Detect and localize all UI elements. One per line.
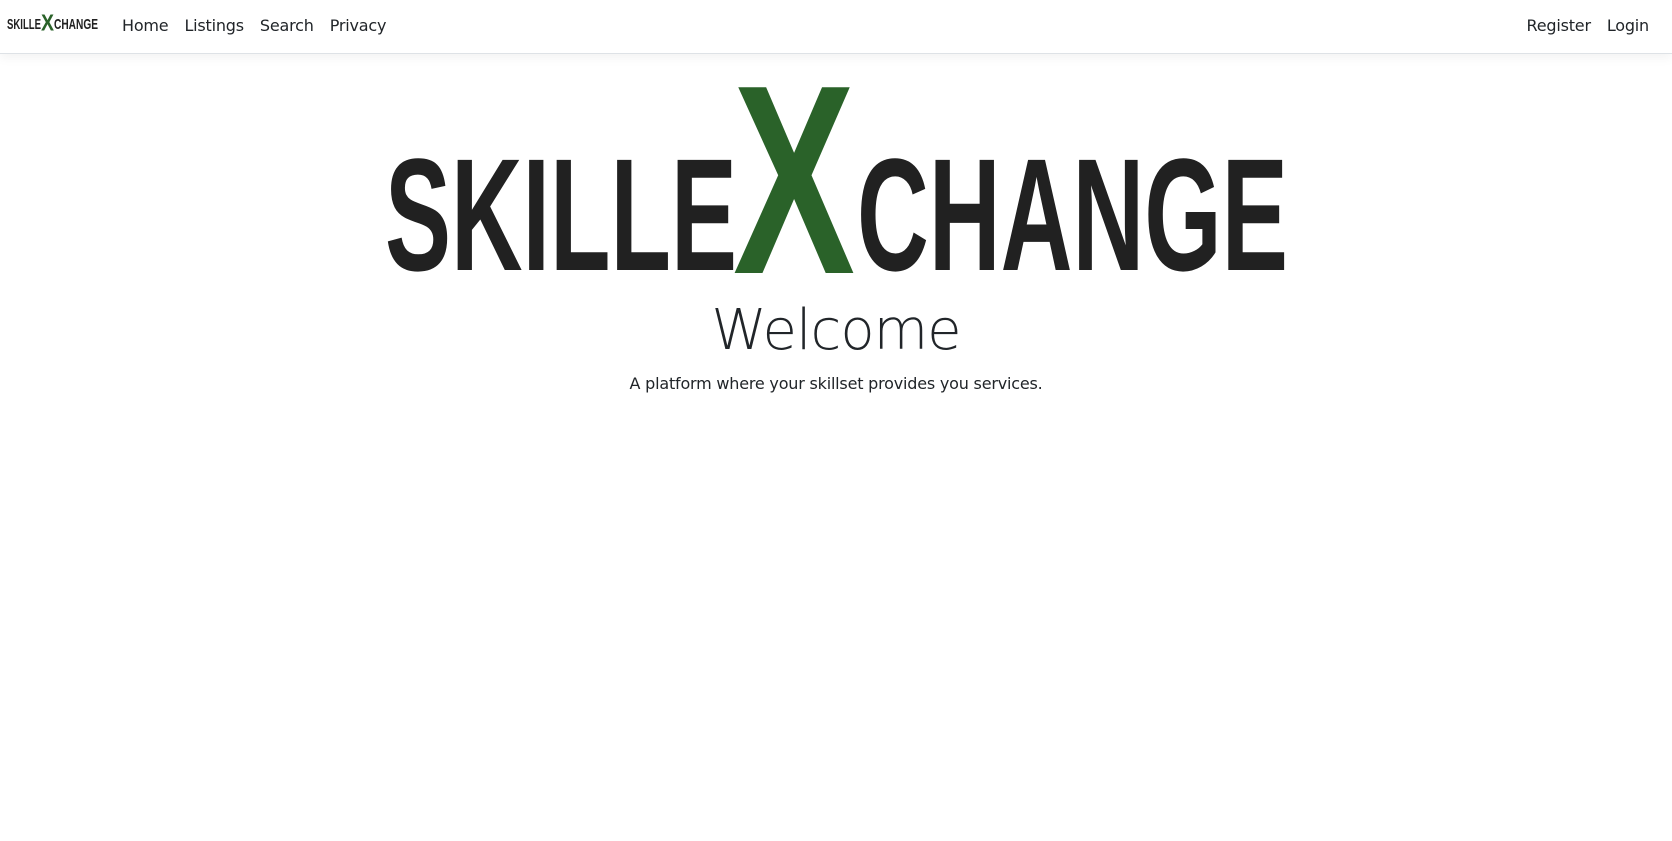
svg-text:SKILLE: SKILLE [7, 16, 41, 33]
welcome-heading: Welcome [711, 298, 961, 363]
login-link[interactable]: Login [1599, 16, 1657, 35]
svg-text:X: X [41, 10, 55, 36]
top-navbar: SKILLE X CHANGE Home Listings Search Pri… [0, 0, 1672, 54]
welcome-tagline: A platform where your skillset provides … [629, 374, 1043, 393]
nav-privacy-link[interactable]: Privacy [322, 16, 395, 35]
register-link[interactable]: Register [1519, 16, 1599, 35]
svg-text:X: X [733, 70, 856, 275]
svg-text:CHANGE: CHANGE [857, 125, 1288, 275]
brand-logo[interactable]: SKILLE X CHANGE [7, 10, 99, 36]
nav-search-link[interactable]: Search [252, 16, 322, 35]
svg-text:CHANGE: CHANGE [54, 16, 98, 33]
nav-home-link[interactable]: Home [114, 16, 176, 35]
svg-text:SKILLE: SKILLE [385, 125, 737, 275]
nav-listings-link[interactable]: Listings [176, 16, 251, 35]
account-nav: Register Login [1519, 0, 1657, 50]
primary-nav: Home Listings Search Privacy [114, 0, 394, 50]
hero-logo: SKILLE X CHANGE [385, 70, 1288, 275]
